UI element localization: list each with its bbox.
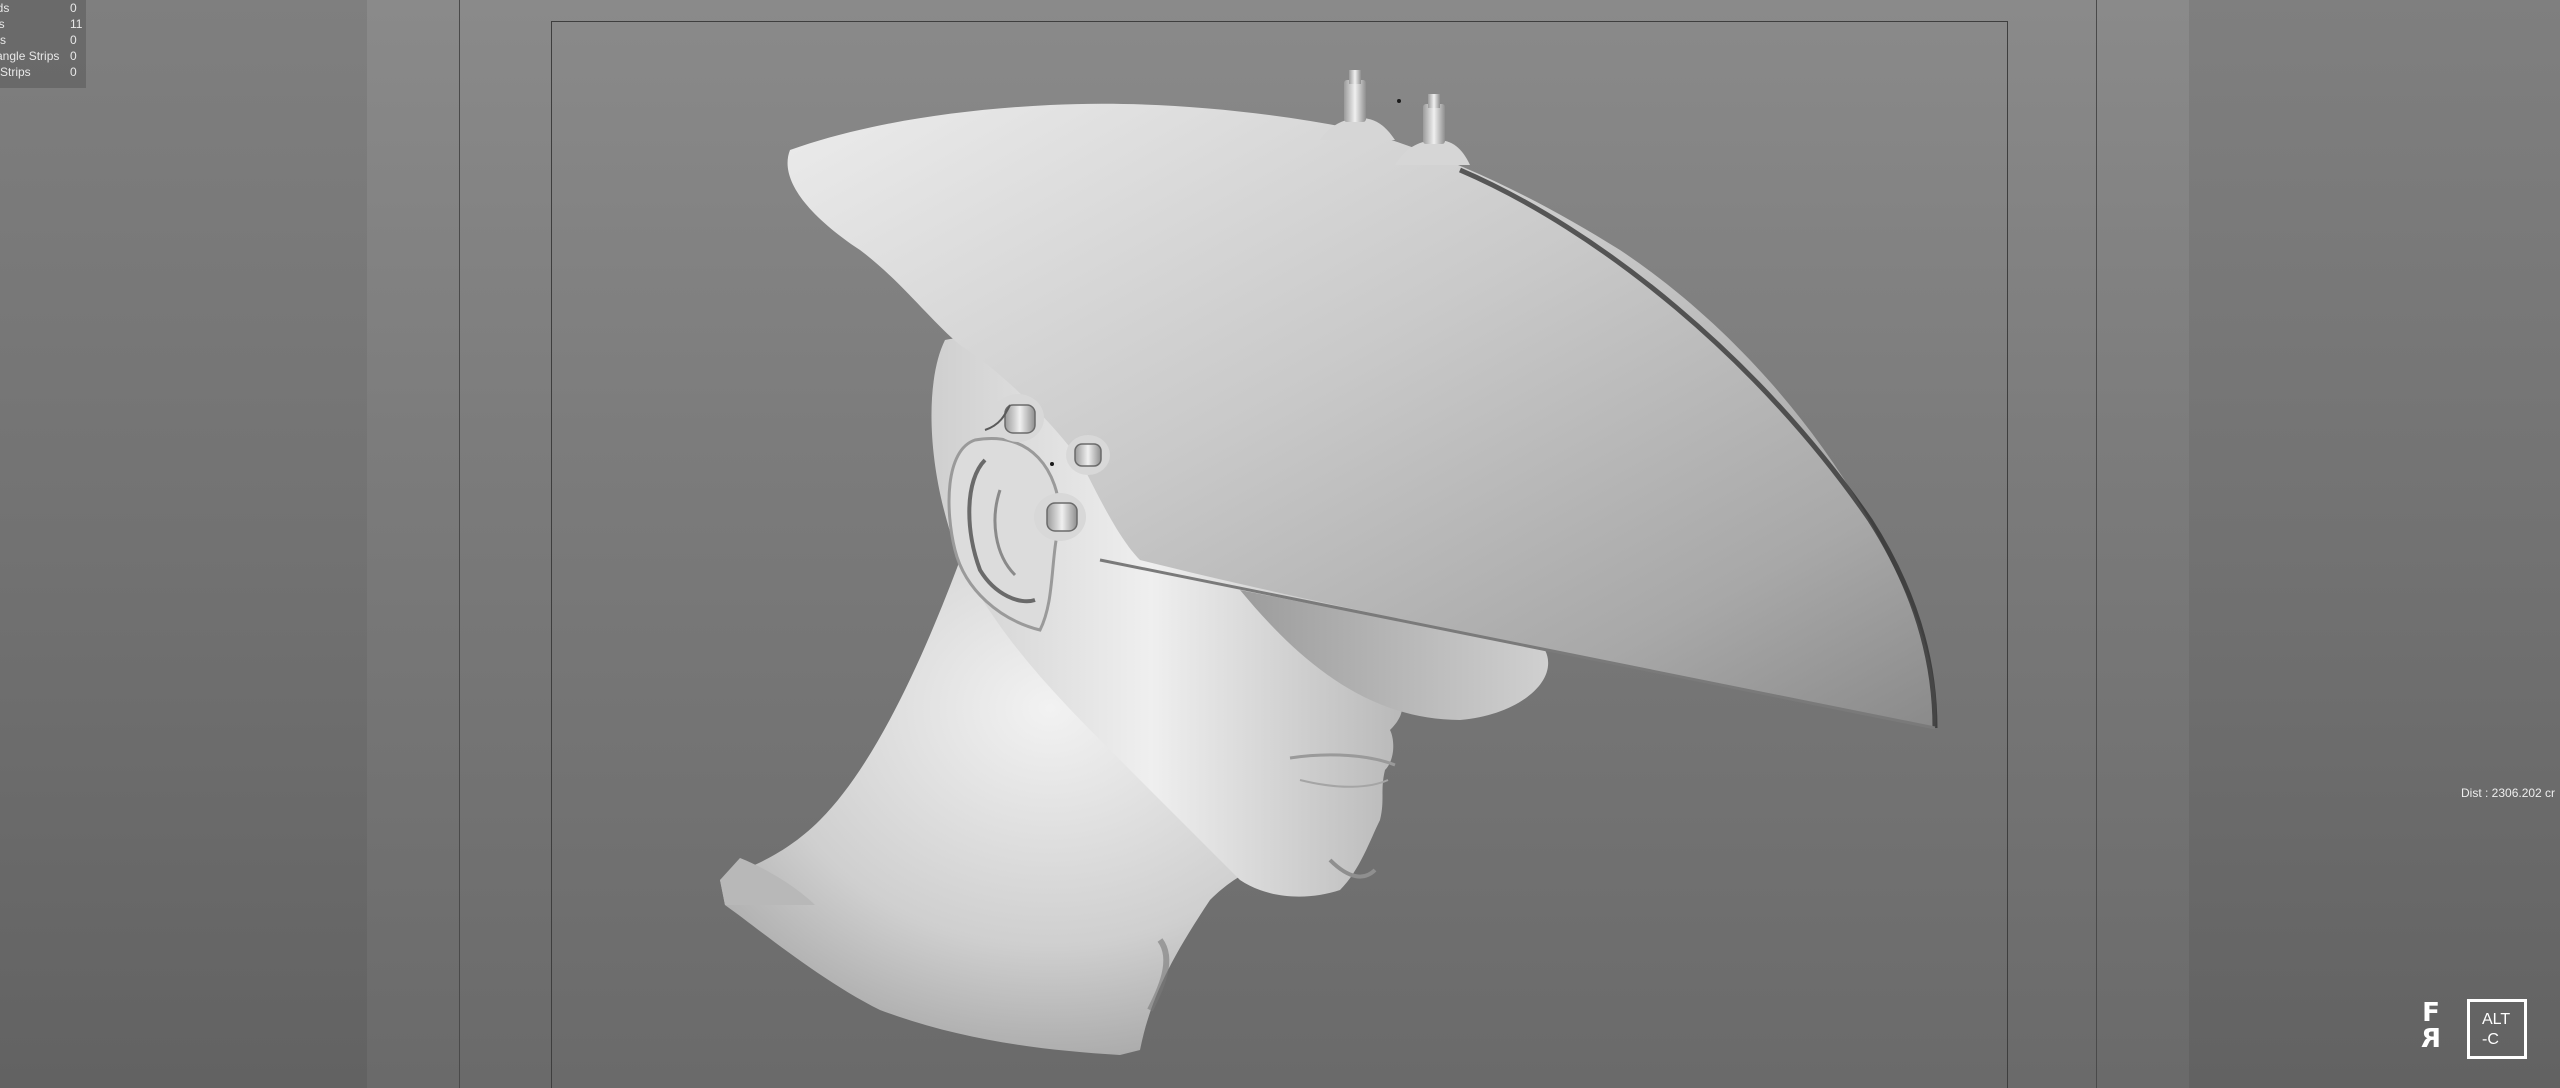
hud-value: 0 — [70, 1, 77, 15]
hud-label: nts — [0, 33, 7, 47]
hud-row: ads 0 — [0, 0, 86, 16]
logo-text: -C — [2482, 1031, 2499, 1048]
hud-label: ads — [0, 1, 10, 15]
alt-c-logo-icon: ALT -C — [2467, 999, 2527, 1059]
hud-value: 0 — [70, 49, 77, 63]
hud-value: 0 — [70, 65, 77, 79]
hud-row: es 11 — [0, 16, 86, 32]
3d-viewport[interactable]: ads 0 es 11 nts 0 angle Strips 0 e Strip… — [0, 0, 2560, 1088]
3d-model-head-icon[interactable] — [0, 0, 2560, 1088]
hud-label: e Strips — [0, 65, 31, 79]
hud-label: angle Strips — [0, 49, 60, 63]
logo-letter: F — [2422, 998, 2440, 1028]
hud-row: angle Strips 0 — [0, 48, 86, 64]
hud-row: e Strips 0 — [0, 64, 86, 80]
hud-value: 11 — [70, 17, 83, 31]
hud-row: nts 0 — [0, 32, 86, 48]
fr-logo-icon: F R — [2415, 1000, 2447, 1060]
camera-distance-readout: Dist : 2306.202 cr — [2461, 786, 2556, 800]
poly-count-hud: ads 0 es 11 nts 0 angle Strips 0 e Strip… — [0, 0, 86, 88]
hud-value: 0 — [70, 33, 77, 47]
logo-letter: R — [2420, 1024, 2442, 1054]
hud-label: es — [0, 17, 5, 31]
logo-text: ALT — [2482, 1011, 2511, 1028]
